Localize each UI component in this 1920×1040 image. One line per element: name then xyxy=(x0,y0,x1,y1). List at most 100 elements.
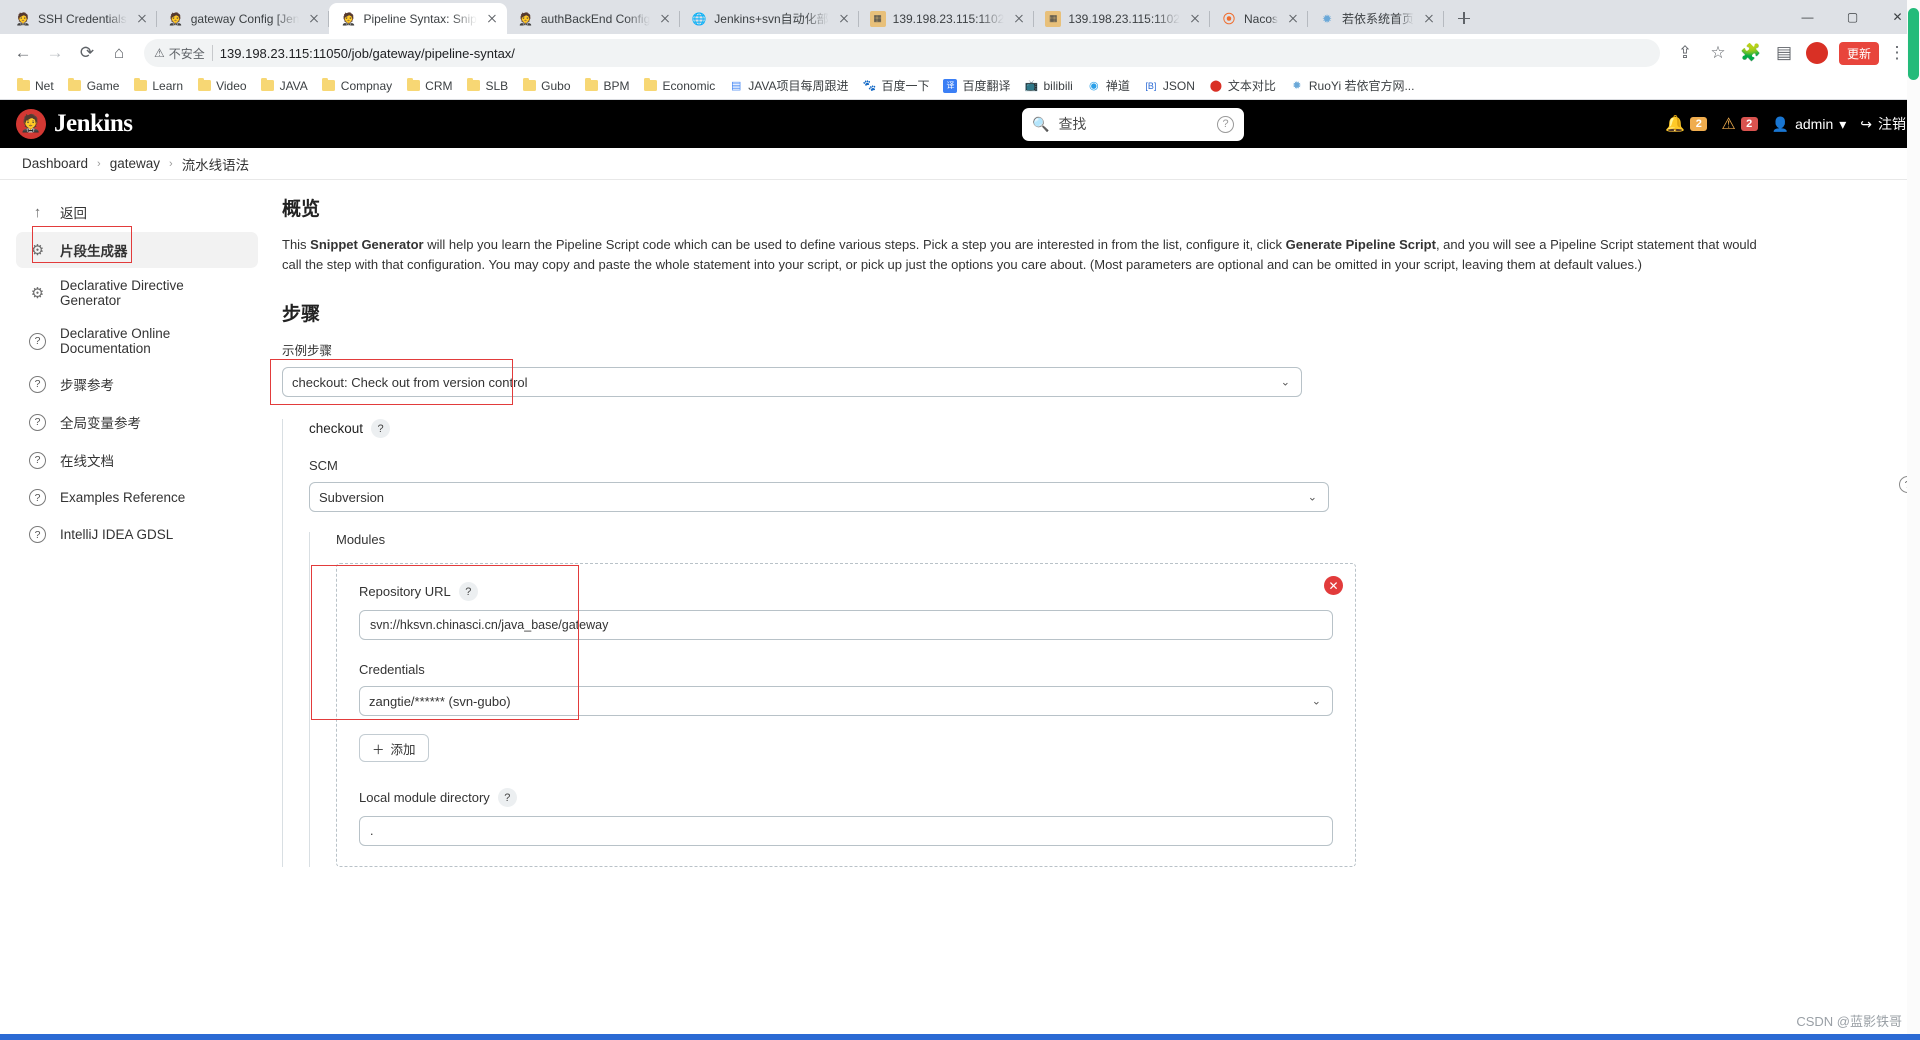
search-placeholder: 查找 xyxy=(1058,116,1087,132)
checkout-help-icon[interactable]: ? xyxy=(371,419,391,439)
browser-tab-active[interactable]: 🤵 Pipeline Syntax: Snip xyxy=(329,3,507,34)
notifications-button[interactable]: 🔔 2 xyxy=(1665,114,1708,134)
bookmark-item[interactable]: Game xyxy=(62,76,126,96)
bookmark-label: Net xyxy=(35,78,54,93)
reload-icon[interactable]: ⟳ xyxy=(72,38,102,68)
star-icon[interactable]: ☆ xyxy=(1703,38,1733,68)
sidebar-item-intellij-idea-gdsl[interactable]: ? IntelliJ IDEA GDSL xyxy=(16,517,258,552)
browser-tab[interactable]: ✹ 若依系统首页 xyxy=(1308,3,1445,34)
ruoyi-icon: ✹ xyxy=(1292,80,1302,92)
breadcrumb-item-pipeline-syntax[interactable]: 流水线语法 xyxy=(182,154,250,174)
bookmark-item[interactable]: Compnay xyxy=(316,76,398,96)
sidebar-item-online-documentation[interactable]: ? 在线文档 xyxy=(16,442,258,478)
scm-select[interactable]: Subversion xyxy=(309,482,1329,513)
add-button-label: 添加 xyxy=(390,742,416,757)
sidebar-item-declarative-directive-generator[interactable]: ⚙ Declarative Directive Generator xyxy=(16,270,258,316)
warning-icon: ⚠ xyxy=(1721,116,1736,133)
sidebar-item-label: 全局变量参考 xyxy=(60,416,141,431)
bookmark-item[interactable]: [B] JSON xyxy=(1138,76,1201,96)
warnings-button[interactable]: ⚠ 2 xyxy=(1721,114,1758,134)
sidebar-item-examples-reference[interactable]: ? Examples Reference xyxy=(16,480,258,515)
close-icon[interactable] xyxy=(1285,11,1301,27)
bookmark-item[interactable]: ▤ JAVA项目每周跟进 xyxy=(723,74,854,97)
bookmark-label: JAVA项目每周跟进 xyxy=(748,79,849,93)
search-help-icon[interactable]: ? xyxy=(1217,115,1234,133)
home-icon[interactable]: ⌂ xyxy=(104,38,134,68)
page-scrollbar[interactable] xyxy=(1907,0,1920,1040)
browser-tab[interactable]: 🤵 gateway Config [Jen xyxy=(157,3,330,34)
breadcrumb-item-gateway[interactable]: gateway xyxy=(110,156,160,171)
bookmark-item[interactable]: Net xyxy=(10,76,60,96)
checkout-step-panel: checkout ? SCM Subversion ⌄ Modules ✕ Re… xyxy=(282,419,1890,868)
browser-tab[interactable]: ▦ 139.198.23.115:1102 xyxy=(1034,3,1210,34)
user-menu[interactable]: 👤 admin ▾ xyxy=(1772,116,1847,133)
close-icon[interactable] xyxy=(1421,11,1437,27)
bookmark-item[interactable]: CRM xyxy=(400,76,458,96)
close-icon[interactable]: ✕ xyxy=(1324,576,1343,596)
bookmark-item[interactable]: ✹ RuoYi 若依官方网... xyxy=(1284,74,1421,97)
sample-step-select[interactable]: checkout: Check out from version control xyxy=(282,367,1302,398)
not-secure-warning[interactable]: ⚠ 不安全 xyxy=(154,45,205,62)
sidepanel-icon[interactable]: ▤ xyxy=(1769,38,1799,68)
back-arrow-icon[interactable]: ← xyxy=(8,38,38,68)
bookmark-item[interactable]: ⬤ 文本对比 xyxy=(1203,74,1282,97)
credentials-select[interactable]: zangtie/****** (svn-gubo) xyxy=(359,686,1333,717)
forward-arrow-icon[interactable]: → xyxy=(40,38,70,68)
local-module-directory-help-icon[interactable]: ? xyxy=(497,788,517,808)
bookmark-item[interactable]: ◉ 禅道 xyxy=(1081,74,1136,97)
close-icon[interactable] xyxy=(134,11,150,27)
scrollbar-thumb[interactable] xyxy=(1908,8,1919,80)
puzzle-icon[interactable]: 🧩 xyxy=(1736,38,1766,68)
browser-tab[interactable]: 🤵 SSH Credentials xyxy=(4,3,157,34)
share-icon[interactable]: ⇪ xyxy=(1670,38,1700,68)
close-icon[interactable] xyxy=(306,11,322,27)
close-icon[interactable] xyxy=(1187,11,1203,27)
folder-icon xyxy=(133,77,147,93)
sidebar-item-global-variable-reference[interactable]: ? 全局变量参考 xyxy=(16,404,258,440)
sidebar-item-declarative-online-documentation[interactable]: ? Declarative Online Documentation xyxy=(16,318,258,364)
browser-tab[interactable]: 🤵 authBackEnd Config xyxy=(507,3,681,34)
logout-button[interactable]: ↪ 注销 xyxy=(1860,114,1906,134)
bookmark-item[interactable]: BPM xyxy=(579,76,636,96)
jenkins-favicon-icon: 🤵 xyxy=(168,11,184,26)
sidebar-item-label: Examples Reference xyxy=(60,490,186,505)
bookmark-label: JAVA xyxy=(279,78,308,93)
update-button[interactable]: 更新 xyxy=(1838,41,1879,65)
sidebar-item-steps-reference[interactable]: ? 步骤参考 xyxy=(16,366,258,402)
browser-tab[interactable]: ⦿ Nacos xyxy=(1210,3,1309,34)
close-icon[interactable] xyxy=(484,11,500,27)
breadcrumb-item-dashboard[interactable]: Dashboard xyxy=(22,156,88,171)
breadcrumb-separator: › xyxy=(97,157,101,170)
bookmark-item[interactable]: 译百度翻译 xyxy=(937,74,1016,97)
minimize-icon[interactable]: — xyxy=(1785,0,1830,34)
bookmark-item[interactable]: Video xyxy=(191,76,252,96)
jenkins-logo[interactable]: 🤵 Jenkins xyxy=(16,109,133,139)
bookmark-item[interactable]: Gubo xyxy=(516,76,576,96)
bookmark-item[interactable]: Learn xyxy=(127,76,189,96)
local-module-directory-input[interactable] xyxy=(359,816,1333,847)
new-tab-button[interactable] xyxy=(1450,4,1478,32)
folder-icon xyxy=(644,77,658,93)
credentials-label: Credentials xyxy=(359,662,425,678)
profile-avatar[interactable] xyxy=(1802,38,1832,68)
bookmark-item[interactable]: 📺 bilibili xyxy=(1019,76,1079,96)
bookmark-item[interactable]: 🐾 百度一下 xyxy=(856,74,935,97)
bookmark-item[interactable]: SLB xyxy=(460,76,514,96)
close-icon[interactable] xyxy=(1011,11,1027,27)
close-icon[interactable] xyxy=(836,11,852,27)
bookmark-item[interactable]: JAVA xyxy=(255,76,314,96)
add-credentials-button[interactable]: ＋ 添加 xyxy=(359,734,429,763)
bookmark-item[interactable]: Economic xyxy=(638,76,722,96)
sidebar-item-snippet-generator[interactable]: ⚙ 片段生成器 xyxy=(16,226,258,268)
browser-tab[interactable]: ▦ 139.198.23.115:1102 xyxy=(859,3,1035,34)
maximize-icon[interactable]: ▢ xyxy=(1830,0,1875,34)
json-icon: [B] xyxy=(1145,80,1157,91)
close-icon[interactable] xyxy=(657,11,673,27)
sidebar-item-back[interactable]: ↑ 返回 xyxy=(16,194,258,230)
search-box[interactable]: 🔍 查找 ? xyxy=(1022,107,1244,141)
repository-url-input[interactable] xyxy=(359,610,1333,641)
folder-icon xyxy=(261,77,275,93)
browser-tab[interactable]: 🌐 Jenkins+svn自动化部 xyxy=(680,3,860,34)
repository-url-help-icon[interactable]: ? xyxy=(458,582,478,602)
address-bar[interactable]: ⚠ 不安全 139.198.23.115:11050/job/gateway/p… xyxy=(144,39,1660,67)
